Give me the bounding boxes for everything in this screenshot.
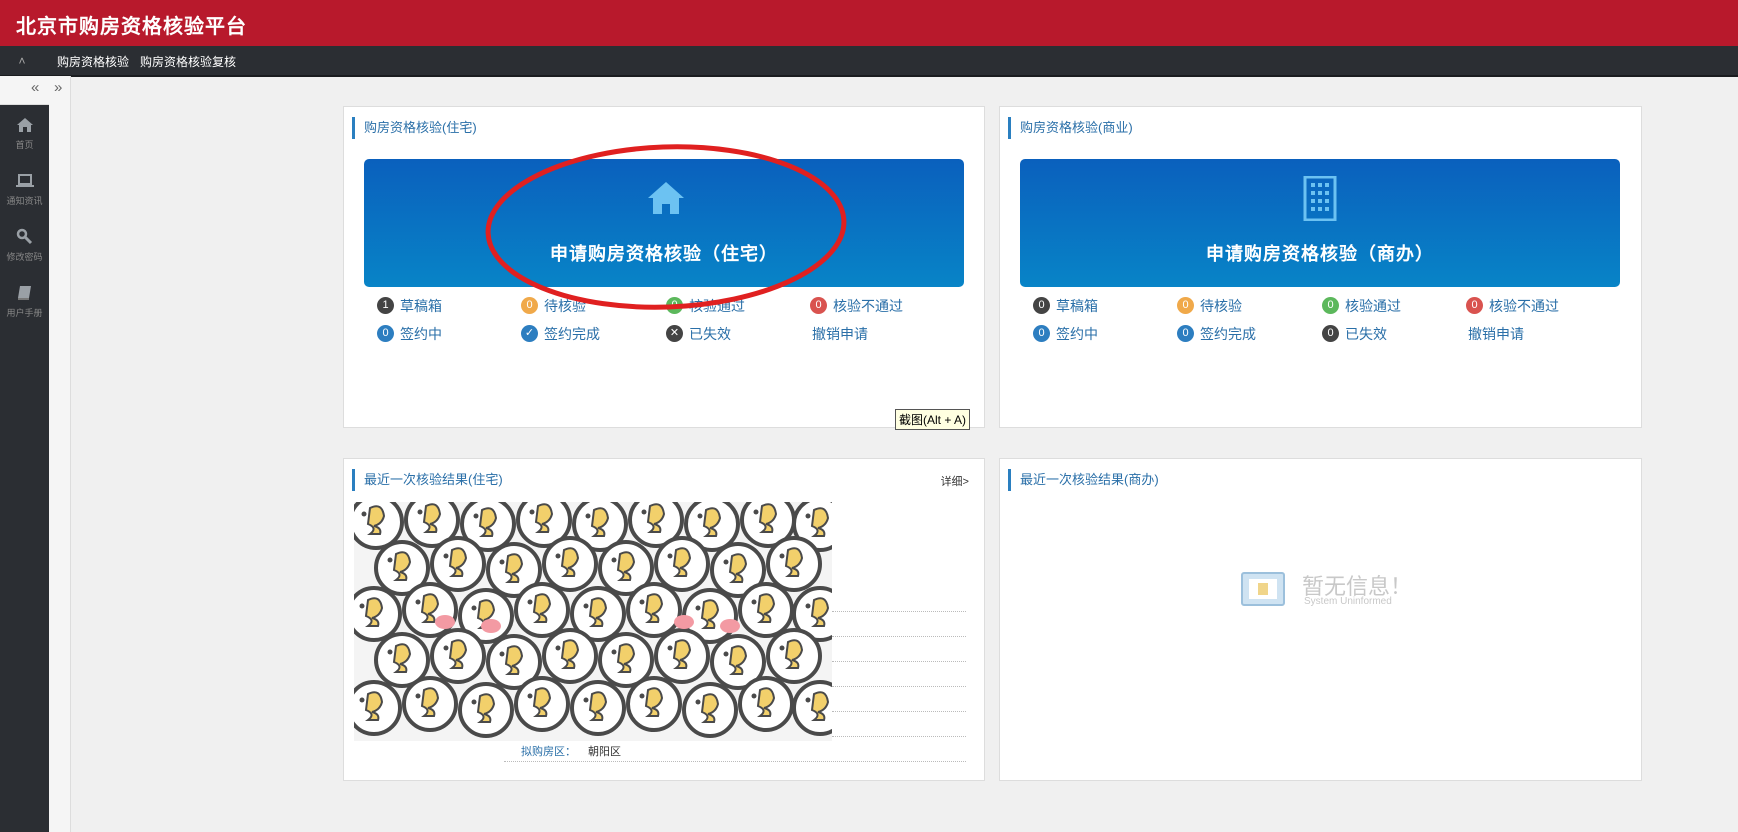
chevron-up-icon[interactable]: ˄ xyxy=(14,53,30,69)
expand-sidebar-icon[interactable]: » xyxy=(54,79,62,96)
divider xyxy=(504,761,966,762)
count-badge: 1 xyxy=(377,297,394,314)
recent-residential-result-panel: 最近一次核验结果(住宅) 详细> 拟购房区： 朝阳区 xyxy=(343,458,985,781)
purchase-district-value: 朝阳区 xyxy=(588,746,621,758)
collapse-sidebar-icon[interactable]: « xyxy=(31,79,39,96)
panel-title: 最近一次核验结果(住宅) xyxy=(352,469,503,491)
divider xyxy=(832,611,966,612)
sidebar-item-label: 用户手册 xyxy=(6,308,43,318)
apply-commercial-button[interactable]: 申请购房资格核验（商办） xyxy=(1020,159,1620,287)
recent-commercial-result-panel: 最近一次核验结果(商办) 暂无信息！ System Uninformed xyxy=(999,458,1642,781)
sidebar-item-news[interactable]: 通知资讯 xyxy=(0,172,49,207)
empty-state-subtext: System Uninformed xyxy=(1304,596,1392,607)
status-label: 已失效 xyxy=(1345,326,1387,342)
laptop-icon xyxy=(15,174,34,187)
status-pending[interactable]: 0 待核验 xyxy=(1177,297,1242,315)
residential-qualification-panel: 购房资格核验(住宅) 申请购房资格核验（住宅） 1 草稿箱 0 待核验 0 核验通过 … xyxy=(343,106,985,428)
house-icon xyxy=(648,182,684,214)
count-badge: 0 xyxy=(377,325,394,342)
status-pending[interactable]: 0 待核验 xyxy=(521,297,586,315)
status-label: 草稿箱 xyxy=(1056,298,1098,314)
status-signing[interactable]: 0 签约中 xyxy=(1033,325,1098,343)
expand-strip: » xyxy=(49,76,71,832)
status-passed[interactable]: 0 核验通过 xyxy=(1322,297,1401,315)
divider xyxy=(832,736,966,737)
building-icon xyxy=(1303,176,1337,221)
status-label: 核验不通过 xyxy=(833,298,903,314)
details-link[interactable]: 详细> xyxy=(941,473,969,489)
sidebar: 首页 通知资讯 修改密码 用户手册 xyxy=(0,76,49,832)
overlay-sticker-image xyxy=(354,502,832,741)
status-label: 待核验 xyxy=(1200,298,1242,314)
count-badge: 0 xyxy=(1466,297,1483,314)
status-label: 核验不通过 xyxy=(1489,298,1559,314)
sidebar-collapse-bar: « xyxy=(0,76,49,105)
divider xyxy=(832,636,966,637)
sidebar-item-label: 首页 xyxy=(15,140,34,150)
status-label: 核验通过 xyxy=(1345,298,1401,314)
divider xyxy=(832,661,966,662)
sidebar-item-home[interactable]: 首页 xyxy=(0,116,49,151)
count-badge: 0 xyxy=(1322,297,1339,314)
sidebar-item-password[interactable]: 修改密码 xyxy=(0,228,49,263)
status-label: 撤销申请 xyxy=(812,326,868,342)
status-label: 签约完成 xyxy=(1200,326,1256,342)
panel-title: 购房资格核验(商业) xyxy=(1008,117,1133,139)
status-expired[interactable]: 0 已失效 xyxy=(1322,325,1387,343)
nav-item-qualification[interactable]: 购房资格核验 xyxy=(57,53,129,70)
status-label: 签约完成 xyxy=(544,326,600,342)
home-icon xyxy=(16,118,33,132)
status-label: 已失效 xyxy=(689,326,731,342)
screenshot-tooltip: 截图(Alt + A) xyxy=(895,409,971,430)
count-badge: 0 xyxy=(810,297,827,314)
count-badge: 0 xyxy=(1322,325,1339,342)
status-label: 草稿箱 xyxy=(400,298,442,314)
sidebar-item-label: 修改密码 xyxy=(6,252,43,262)
top-nav: ˄ 购房资格核验 购房资格核验复核 xyxy=(0,46,1738,77)
app-title: 北京市购房资格核验平台 xyxy=(16,16,247,38)
status-expired[interactable]: ✕ 已失效 xyxy=(666,325,731,343)
count-badge: 0 xyxy=(1033,297,1050,314)
divider xyxy=(832,711,966,712)
status-signed[interactable]: 0 签约完成 xyxy=(1177,325,1256,343)
divider xyxy=(832,686,966,687)
status-failed[interactable]: 0 核验不通过 xyxy=(810,297,903,315)
status-label: 签约中 xyxy=(1056,326,1098,342)
sidebar-item-label: 通知资讯 xyxy=(6,196,43,206)
status-draft[interactable]: 0 草稿箱 xyxy=(1033,297,1098,315)
apply-residential-button[interactable]: 申请购房资格核验（住宅） xyxy=(364,159,964,287)
wrench-icon xyxy=(16,228,32,245)
status-signed[interactable]: ✓ 签约完成 xyxy=(521,325,600,343)
book-icon xyxy=(17,286,31,300)
sidebar-item-manual[interactable]: 用户手册 xyxy=(0,284,49,319)
count-badge: 0 xyxy=(666,297,683,314)
status-failed[interactable]: 0 核验不通过 xyxy=(1466,297,1559,315)
commercial-qualification-panel: 购房资格核验(商业) 申请购房资格核验（商办） 0 草稿箱 0 待核验 0 核验通过 … xyxy=(999,106,1642,428)
status-passed[interactable]: 0 核验通过 xyxy=(666,297,745,315)
nav-item-review[interactable]: 购房资格核验复核 xyxy=(140,53,236,70)
panel-title: 最近一次核验结果(商办) xyxy=(1008,469,1159,491)
header-bar: 北京市购房资格核验平台 xyxy=(0,0,1738,46)
status-signing[interactable]: 0 签约中 xyxy=(377,325,442,343)
count-badge: 0 xyxy=(1033,325,1050,342)
expired-icon: ✕ xyxy=(666,325,683,342)
purchase-district-label: 拟购房区： xyxy=(521,746,576,758)
count-badge: 0 xyxy=(1177,325,1194,342)
status-revoke[interactable]: 撤销申请 xyxy=(812,325,868,343)
status-draft[interactable]: 1 草稿箱 xyxy=(377,297,442,315)
status-label: 核验通过 xyxy=(689,298,745,314)
button-label: 申请购房资格核验（住宅） xyxy=(550,244,778,264)
status-label: 撤销申请 xyxy=(1468,326,1524,342)
status-label: 待核验 xyxy=(544,298,586,314)
panel-title: 购房资格核验(住宅) xyxy=(352,117,477,139)
count-badge: 0 xyxy=(1177,297,1194,314)
count-badge: 0 xyxy=(521,297,538,314)
status-label: 签约中 xyxy=(400,326,442,342)
button-label: 申请购房资格核验（商办） xyxy=(1206,244,1434,264)
signed-icon: ✓ xyxy=(521,325,538,342)
empty-state-icon xyxy=(1241,572,1285,606)
status-revoke[interactable]: 撤销申请 xyxy=(1468,325,1524,343)
